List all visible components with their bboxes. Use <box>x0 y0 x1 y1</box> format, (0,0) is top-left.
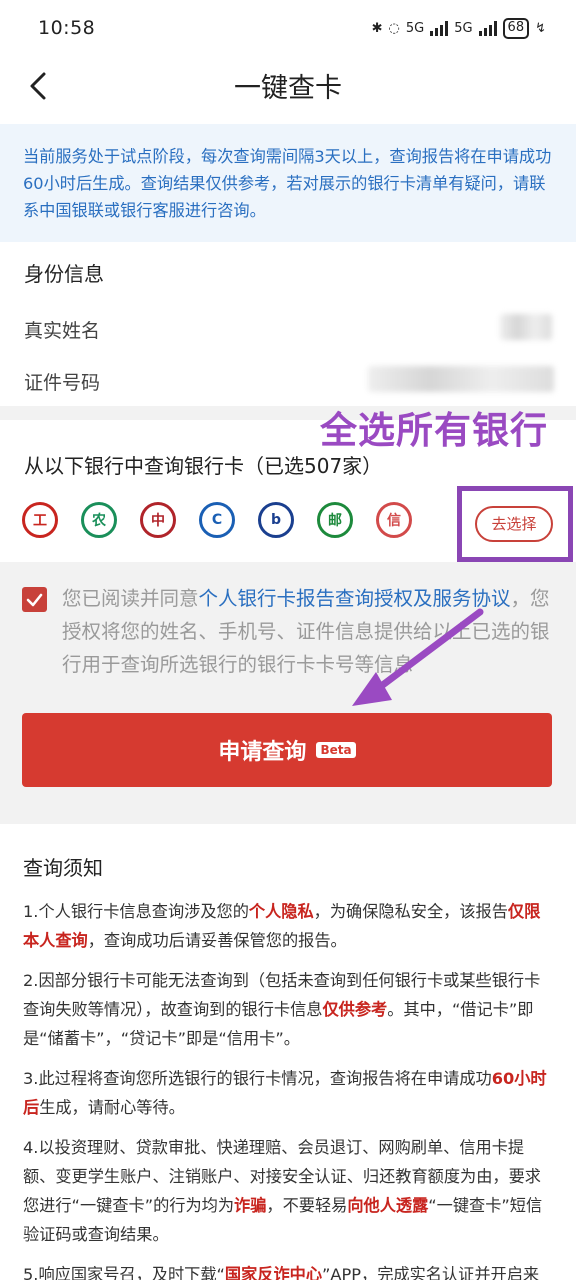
annotation-highlight-box <box>457 486 573 562</box>
query-notes: 查询须知 1.个人银行卡信息查询涉及您的个人隐私，为确保隐私安全，该报告仅限本人… <box>0 824 576 1280</box>
boc-logo-icon: 中 <box>140 502 176 538</box>
real-name-value-blurred <box>500 314 552 340</box>
note-5: 5.响应国家号召，及时下载“国家反诈中心”APP，完成实名认证并开启来电预警功能… <box>23 1265 540 1280</box>
citic-logo-icon: 信 <box>376 502 412 538</box>
icbc-logo-icon: 工 <box>22 502 58 538</box>
identity-heading: 身份信息 <box>24 262 104 286</box>
signal-1-label: 5G <box>405 20 425 36</box>
ccb-logo-icon: C <box>199 502 235 538</box>
agree-checkbox[interactable] <box>22 587 47 612</box>
signal-2-icon <box>478 20 497 36</box>
bocom-logo-icon: b <box>258 502 294 538</box>
note-1: 1.个人银行卡信息查询涉及您的个人隐私，为确保隐私安全，该报告仅限本人查询，查询… <box>23 902 541 950</box>
id-number-value-blurred <box>368 366 554 392</box>
apply-query-label: 申请查询 <box>218 740 307 765</box>
bank-logo-list: 工农中Cb邮信 <box>22 502 412 538</box>
note-2: 2.因部分银行卡可能无法查询到（包括未查询到任何银行卡或某些银行卡查询失败等情况… <box>23 971 541 1048</box>
nav-bar: 一键查卡 <box>0 56 576 116</box>
psbc-logo-icon: 邮 <box>317 502 353 538</box>
status-time: 10:58 <box>38 17 96 39</box>
beta-badge: Beta <box>316 742 356 758</box>
wifi-icon: ◌ <box>388 20 400 36</box>
annotation-label: 全选所有银行 <box>320 409 548 452</box>
page-title: 一键查卡 <box>234 73 342 104</box>
note-3: 3.此过程将查询您所选银行的银行卡情况，查询报告将在申请成功60小时后生成，请耐… <box>23 1069 547 1117</box>
battery-icon: 68 <box>502 17 530 39</box>
charging-icon: ↯ <box>535 20 546 36</box>
bank-heading: 从以下银行中查询银行卡（已选507家） <box>24 454 383 478</box>
status-icons: ✱ ◌ 5G 5G 68 ↯ <box>371 17 546 39</box>
agreement-link[interactable]: 个人银行卡报告查询授权及服务协议 <box>199 587 511 610</box>
agreement-prefix: 您已阅读并同意 <box>62 587 199 610</box>
note-4: 4.以投资理财、贷款审批、快递理赔、会员退订、网购刷单、信用卡提额、变更学生账户… <box>23 1138 543 1244</box>
agreement-text: 您已阅读并同意个人银行卡报告查询授权及服务协议，您授权将您的姓名、手机号、证件信… <box>62 582 562 681</box>
apply-section: 您已阅读并同意个人银行卡报告查询授权及服务协议，您授权将您的姓名、手机号、证件信… <box>0 562 576 824</box>
signal-1-icon <box>430 20 449 36</box>
signal-2-label: 5G <box>454 20 473 36</box>
real-name-label: 真实姓名 <box>24 320 101 342</box>
notes-heading: 查询须知 <box>23 856 103 880</box>
identity-section: 身份信息 真实姓名 证件号码 <box>0 242 576 406</box>
apply-query-button[interactable]: 申请查询 Beta <box>22 713 552 787</box>
check-icon <box>26 593 43 607</box>
service-notice: 当前服务处于试点阶段，每次查询需间隔3天以上，查询报告将在申请成功60小时后生成… <box>0 124 576 242</box>
abc-logo-icon: 农 <box>81 502 117 538</box>
id-number-label: 证件号码 <box>24 372 101 394</box>
bluetooth-icon: ✱ <box>371 20 383 36</box>
status-bar: 10:58 ✱ ◌ 5G 5G 68 ↯ <box>0 0 576 56</box>
